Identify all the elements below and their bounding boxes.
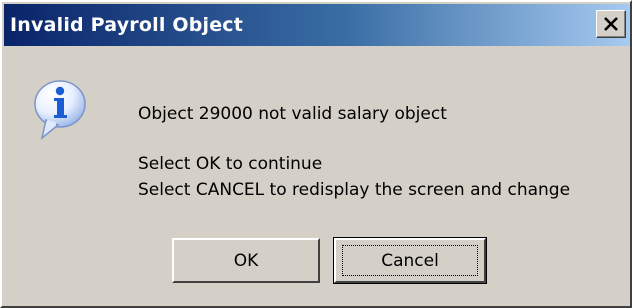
message-main: Object 29000 not valid salary object [138, 104, 447, 124]
message-line-1: Select OK to continue [138, 154, 323, 174]
close-button[interactable] [596, 10, 626, 38]
ok-button-label: OK [233, 250, 259, 271]
ok-button[interactable]: OK [172, 238, 320, 283]
focus-rectangle [342, 245, 478, 276]
info-icon [34, 80, 86, 140]
close-icon [604, 17, 618, 31]
dialog-window: Invalid Payroll Object Object 29000 not … [0, 0, 632, 308]
cancel-button[interactable]: Cancel [333, 237, 487, 284]
title-bar[interactable]: Invalid Payroll Object [4, 4, 630, 46]
window-title: Invalid Payroll Object [10, 14, 244, 36]
message-line-2: Select CANCEL to redisplay the screen an… [138, 180, 571, 200]
